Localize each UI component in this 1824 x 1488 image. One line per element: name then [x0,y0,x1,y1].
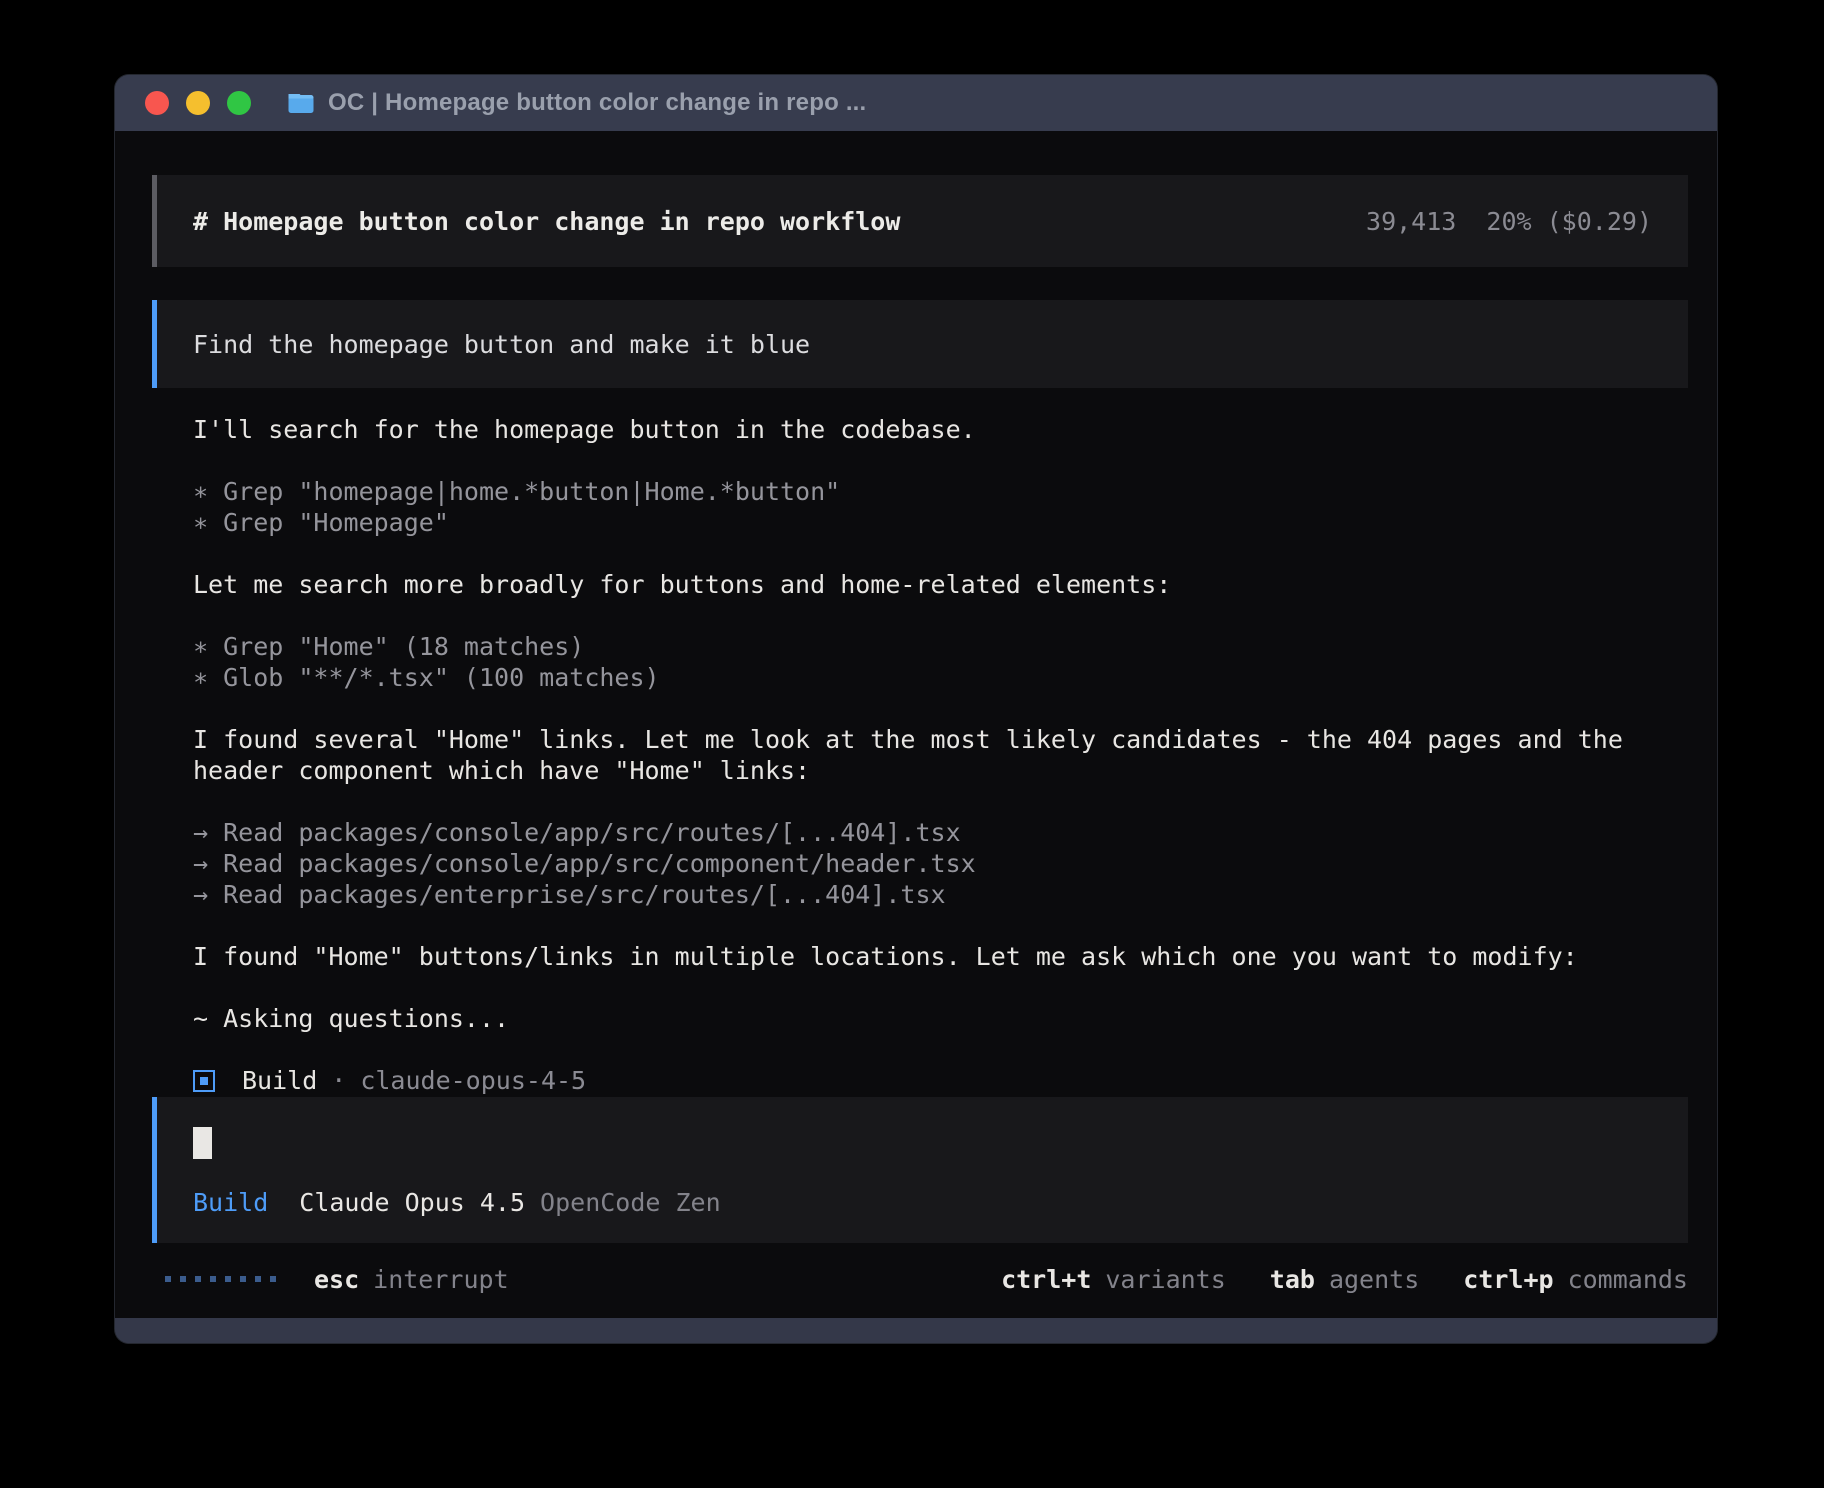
shortcut-agents[interactable]: tab agents [1270,1265,1419,1294]
input-mode-label[interactable]: Build [193,1188,268,1217]
input-model-label[interactable]: Claude Opus 4.5 [299,1188,525,1217]
assistant-text-line [193,972,1689,1003]
minimize-button[interactable] [186,91,210,115]
session-header: # Homepage button color change in repo w… [152,175,1688,267]
interrupt-hint: interrupt [373,1265,508,1294]
assistant-text-line: I'll search for the homepage button in t… [193,414,1689,445]
tool-call-line: → Read packages/enterprise/src/routes/[.… [193,879,1689,910]
assistant-text-line [193,786,1689,817]
shortcut-variants[interactable]: ctrl+t variants [1001,1265,1226,1294]
session-title: # Homepage button color change in repo w… [193,207,900,236]
agent-name: Build [242,1066,317,1095]
agent-status-row: Build · claude-opus-4-5 [193,1065,1688,1096]
assistant-text-line [193,445,1689,476]
spinner-dots [165,1276,276,1282]
assistant-text-line: ~ Asking questions... [193,1003,1689,1034]
zoom-button[interactable] [227,91,251,115]
assistant-text-line [193,600,1689,631]
session-stats: 39,413 20% ($0.29) [1366,207,1652,236]
status-right: ctrl+t variants tab agents ctrl+p comman… [957,1265,1688,1294]
input-meta: Build Claude Opus 4.5 OpenCode Zen [193,1188,721,1217]
close-button[interactable] [145,91,169,115]
shortcut-commands[interactable]: ctrl+p commands [1463,1265,1688,1294]
agent-model: claude-opus-4-5 [360,1066,586,1095]
tool-call-line: ∗ Grep "homepage|home.*button|Home.*butt… [193,476,1689,507]
assistant-text-line: I found "Home" buttons/links in multiple… [193,941,1689,972]
text-cursor [193,1127,212,1159]
esc-key-label[interactable]: esc [314,1265,359,1294]
tool-call-line: ∗ Grep "Homepage" [193,507,1689,538]
assistant-text-line: Let me search more broadly for buttons a… [193,569,1689,600]
assistant-text-line [193,538,1689,569]
folder-icon [287,92,315,115]
assistant-text-line [193,910,1689,941]
agent-build-icon [193,1070,215,1092]
terminal-content: # Homepage button color change in repo w… [115,131,1717,1318]
agent-separator: · [331,1066,346,1095]
assistant-transcript: I'll search for the homepage button in t… [193,414,1689,1034]
status-bar: esc interrupt ctrl+t variants tab agents… [165,1264,1688,1294]
tool-call-line: ∗ Glob "**/*.tsx" (100 matches) [193,662,1689,693]
terminal-window: OC | Homepage button color change in rep… [115,75,1717,1343]
status-left: esc interrupt [165,1265,509,1294]
tool-call-line: → Read packages/console/app/src/routes/[… [193,817,1689,848]
prompt-input[interactable]: Build Claude Opus 4.5 OpenCode Zen [152,1097,1688,1243]
titlebar[interactable]: OC | Homepage button color change in rep… [115,75,1717,131]
user-message-text: Find the homepage button and make it blu… [193,330,810,359]
tool-call-line: → Read packages/console/app/src/componen… [193,848,1689,879]
tool-call-line: ∗ Grep "Home" (18 matches) [193,631,1689,662]
user-message: Find the homepage button and make it blu… [152,300,1688,388]
input-provider-label: OpenCode Zen [540,1188,721,1217]
window-title: OC | Homepage button color change in rep… [328,89,866,117]
traffic-lights [145,91,251,115]
window-bottom-edge [115,1318,1717,1343]
assistant-text-line: I found several "Home" links. Let me loo… [193,724,1689,786]
assistant-text-line [193,693,1689,724]
